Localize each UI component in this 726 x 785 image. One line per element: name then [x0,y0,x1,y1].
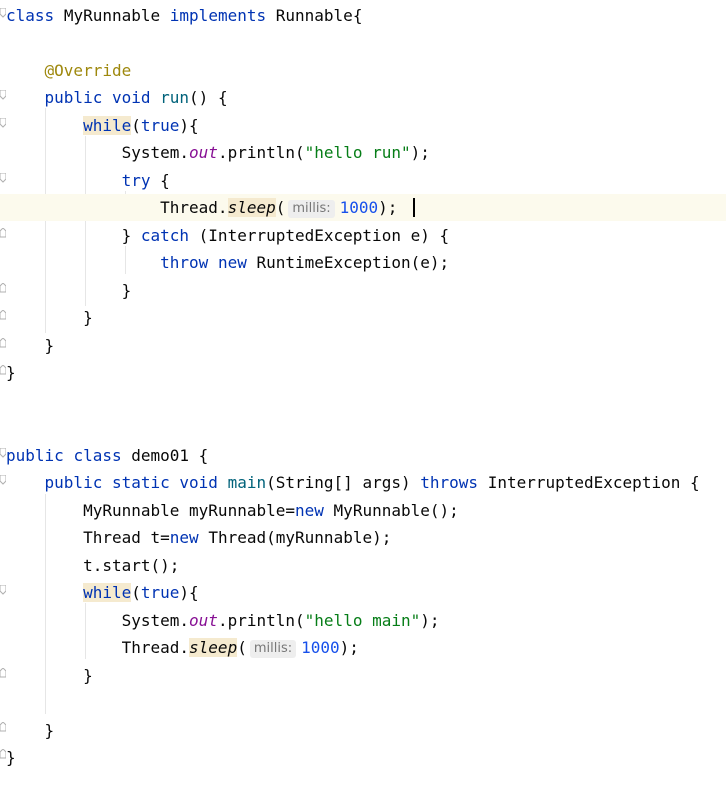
variable: t [150,528,161,547]
keyword: void [111,88,151,107]
code-editor[interactable]: class MyRunnable implements Runnable{ @O… [0,0,726,785]
class-ref: System [121,143,180,162]
static-method-highlighted: sleep [227,198,276,217]
keyword: public [6,446,64,465]
code-line[interactable]: while(true){ [0,112,726,139]
static-field: out [189,611,218,630]
static-field: out [189,143,218,162]
keyword: new [169,528,199,547]
code-line[interactable]: } [0,332,726,359]
variable: myRunnable [189,501,286,520]
keyword: class [73,446,122,465]
method-call: println [227,143,296,162]
variable: e [420,253,430,272]
parameter-hint: millis: [288,200,335,218]
keyword: new [217,253,247,272]
string-literal: "hello main" [304,611,421,630]
code-line[interactable]: while(true){ [0,579,726,606]
keyword: public [44,88,103,107]
keyword: new [295,501,324,520]
parameter-hint: millis: [249,640,297,658]
code-line[interactable]: public static void main(String[] args) t… [0,469,726,496]
class-ref: System [121,611,180,630]
code-line[interactable]: try { [0,167,726,194]
keyword: implements [169,6,267,25]
method-call: println [227,611,296,630]
code-line[interactable]: public void run() { [0,84,726,111]
variable: myRunnable [275,528,373,547]
annotation: @Override [44,61,132,80]
code-line[interactable]: } [0,717,726,744]
code-line[interactable]: class MyRunnable implements Runnable{ [0,2,726,29]
class-ref: RuntimeException [256,253,411,272]
parameter: args [362,473,401,492]
code-line[interactable]: Thread t=new Thread(myRunnable); [0,524,726,551]
code-line[interactable]: MyRunnable myRunnable=new MyRunnable(); [0,497,726,524]
method-name: run [160,88,190,107]
keyword: public [44,473,103,492]
method-call: start [102,556,151,575]
type-name: String[] [275,473,353,492]
class-ref: Thread [121,638,180,657]
code-line[interactable]: throw new RuntimeException(e); [0,249,726,276]
interface-name: Runnable [275,6,353,25]
class-name: demo01 [131,446,190,465]
keyword: catch [140,226,190,245]
code-line[interactable]: } [0,744,726,771]
keyword: throw [160,253,209,272]
code-line[interactable]: Thread.sleep(millis: 1000); [0,634,726,661]
class-ref: Thread [208,528,267,547]
code-line[interactable]: } [0,359,726,386]
method-name: main [227,473,267,492]
class-ref: Thread [83,528,141,547]
code-line[interactable]: System.out.println("hello main"); [0,607,726,634]
keyword: true [140,583,180,602]
code-line[interactable]: public class demo01 { [0,442,726,469]
class-ref: MyRunnable [83,501,180,520]
variable: t [83,556,93,575]
keyword: void [179,473,218,492]
code-line[interactable]: } catch (InterruptedException e) { [0,222,726,249]
keyword: true [140,116,180,135]
class-ref: Thread [160,198,218,217]
code-line[interactable]: } [0,662,726,689]
class-name: MyRunnable [63,6,161,25]
class-ref: InterruptedException [208,226,401,245]
variable: e [410,226,421,245]
code-line[interactable]: t.start(); [0,552,726,579]
number-literal: 1000 [301,638,340,657]
keyword-highlighted: while [83,583,132,602]
class-ref: InterruptedException [487,473,681,492]
keyword: throws [420,473,479,492]
keyword: static [111,473,170,492]
keyword: class [6,6,55,25]
class-ref: MyRunnable [333,501,430,520]
code-line[interactable]: } [0,304,726,331]
code-line[interactable]: System.out.println("hello run"); [0,139,726,166]
number-literal: 1000 [339,198,379,217]
static-method-highlighted: sleep [189,638,238,657]
code-line[interactable]: @Override [0,57,726,84]
keyword: try [121,171,151,190]
code-line[interactable]: } [0,277,726,304]
keyword-highlighted: while [83,116,132,135]
text-caret [413,198,415,217]
string-literal: "hello run" [304,143,411,162]
code-line-current[interactable]: Thread.sleep(millis: 1000); [0,194,726,221]
